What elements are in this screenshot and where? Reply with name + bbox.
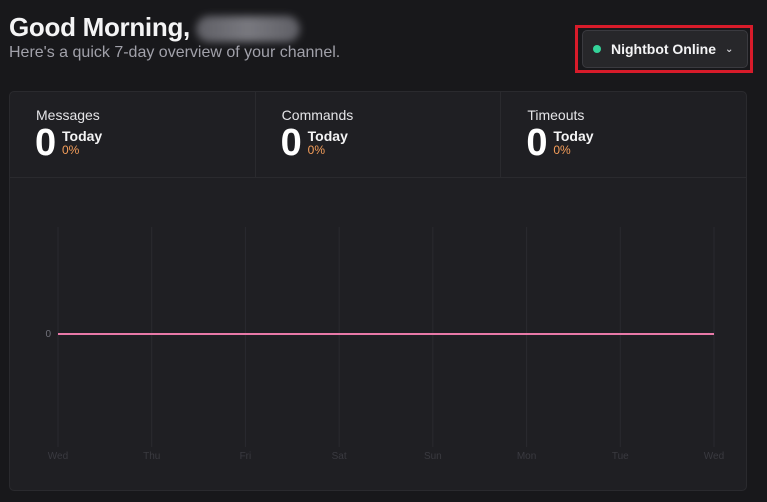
bot-status-dropdown[interactable]: Nightbot Online ⌄ <box>582 30 748 68</box>
x-tick-label: Wed <box>704 451 724 462</box>
x-tick-label: Sat <box>332 451 347 462</box>
greeting-heading: Good Morning, <box>9 12 300 43</box>
y-tick-label: 0 <box>45 329 51 340</box>
x-tick-label: Sun <box>424 451 442 462</box>
x-tick-label: Wed <box>48 451 68 462</box>
x-tick-label: Mon <box>517 451 536 462</box>
x-tick-label: Tue <box>612 451 629 462</box>
overview-panel: Messages 0 Today 0% Commands 0 Today 0% … <box>9 91 747 491</box>
bot-status-label: Nightbot Online <box>611 41 716 57</box>
x-tick-label: Fri <box>240 451 252 462</box>
x-tick-label: Thu <box>143 451 160 462</box>
greeting-text: Good Morning, <box>9 12 190 42</box>
page-subtitle: Here's a quick 7-day overview of your ch… <box>9 44 341 61</box>
activity-chart: Wed Thu Fri Sat Sun Mon Tue Wed 0 <box>45 227 724 462</box>
online-status-dot <box>593 45 601 53</box>
chevron-down-icon: ⌄ <box>724 43 734 55</box>
blurred-username <box>195 15 300 42</box>
